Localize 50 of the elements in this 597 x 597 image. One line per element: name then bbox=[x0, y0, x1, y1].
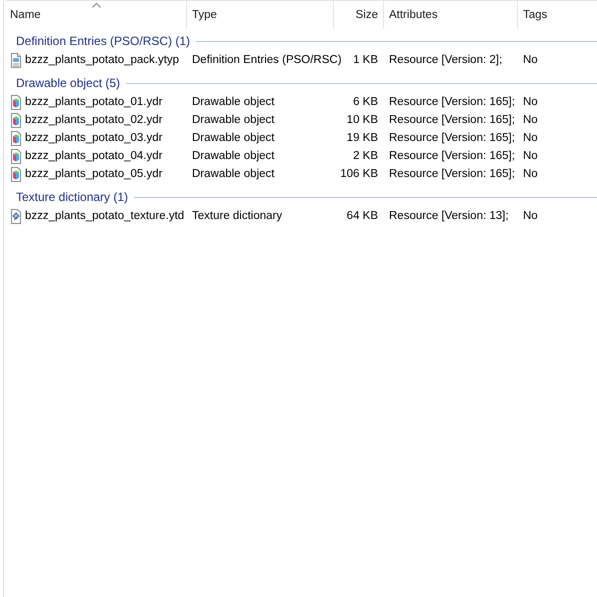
file-type: Drawable object bbox=[192, 132, 274, 144]
file-tags: No bbox=[523, 168, 538, 180]
file-size: 6 KB bbox=[353, 96, 378, 108]
colorful-cube-icon bbox=[10, 166, 22, 182]
file-size: 2 KB bbox=[353, 150, 378, 162]
group-header[interactable]: Texture dictionary (1) bbox=[16, 190, 128, 204]
file-tags: No bbox=[523, 54, 538, 66]
file-name[interactable]: bzzz_plants_potato_03.ydr bbox=[25, 132, 162, 144]
file-name[interactable]: bzzz_plants_potato_texture.ytd bbox=[25, 210, 184, 222]
file-size: 64 KB bbox=[346, 210, 378, 222]
column-header[interactable]: Size bbox=[334, 1, 384, 29]
colorful-cube-icon bbox=[10, 148, 22, 164]
file-type: Drawable object bbox=[192, 150, 274, 162]
file-name[interactable]: bzzz_plants_potato_02.ydr bbox=[25, 114, 162, 126]
colorful-cube-icon bbox=[10, 112, 22, 128]
file-attributes: Resource [Version: 165]; bbox=[389, 114, 515, 126]
file-type: Texture dictionary bbox=[192, 210, 282, 222]
file-tags: No bbox=[523, 150, 538, 162]
file-attributes: Resource [Version: 165]; bbox=[389, 96, 515, 108]
file-attributes: Resource [Version: 165]; bbox=[389, 168, 515, 180]
file-size: 10 KB bbox=[346, 114, 378, 126]
file-size: 1 KB bbox=[353, 54, 378, 66]
file-attributes: Resource [Version: 165]; bbox=[389, 132, 515, 144]
colorful-cube-icon bbox=[10, 130, 22, 146]
file-attributes: Resource [Version: 2]; bbox=[389, 54, 502, 66]
file-type: Definition Entries (PSO/RSC) bbox=[192, 54, 342, 66]
column-header[interactable]: Name bbox=[6, 1, 187, 29]
colorful-cube-icon bbox=[10, 94, 22, 110]
column-header[interactable]: Type bbox=[187, 1, 334, 29]
file-attributes: Resource [Version: 13]; bbox=[389, 210, 509, 222]
file-type: Drawable object bbox=[192, 168, 274, 180]
file-size: 19 KB bbox=[346, 132, 378, 144]
file-tags: No bbox=[523, 132, 538, 144]
file-tags: No bbox=[523, 210, 538, 222]
file-name[interactable]: bzzz_plants_potato_05.ydr bbox=[25, 168, 162, 180]
group-header[interactable]: Drawable object (5) bbox=[16, 76, 120, 90]
file-name[interactable]: bzzz_plants_potato_04.ydr bbox=[25, 150, 162, 162]
document-icon bbox=[10, 52, 22, 68]
file-name[interactable]: bzzz_plants_potato_01.ydr bbox=[25, 96, 162, 108]
file-tags: No bbox=[523, 114, 538, 126]
file-type: Drawable object bbox=[192, 114, 274, 126]
file-type: Drawable object bbox=[192, 96, 274, 108]
document-icon bbox=[10, 208, 22, 224]
column-header[interactable]: Tags bbox=[518, 1, 597, 29]
file-name[interactable]: bzzz_plants_potato_pack.ytyp bbox=[25, 54, 180, 66]
file-tags: No bbox=[523, 96, 538, 108]
file-size: 106 KB bbox=[340, 168, 378, 180]
group-header[interactable]: Definition Entries (PSO/RSC) (1) bbox=[16, 34, 190, 48]
file-attributes: Resource [Version: 165]; bbox=[389, 150, 515, 162]
column-header[interactable]: Attributes bbox=[384, 1, 518, 29]
